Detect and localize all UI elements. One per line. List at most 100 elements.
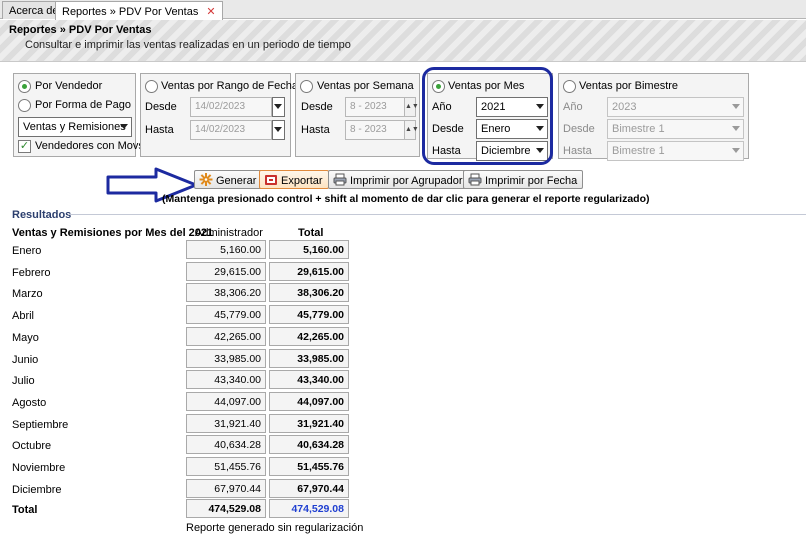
- chevron-down-icon: [120, 124, 128, 129]
- report-status-text: Reporte generado sin regularización: [186, 522, 364, 534]
- tipo-select[interactable]: Ventas y Remisiones: [18, 117, 132, 137]
- admin-cell: 40,634.28: [186, 435, 266, 455]
- vendedores-con-movs-label: Vendedores con Movs: [35, 140, 144, 152]
- total-admin-cell: 474,529.08: [186, 499, 266, 518]
- admin-cell: 51,455.76: [186, 457, 266, 476]
- row-month-label: Octubre: [12, 440, 52, 453]
- divider: [0, 61, 806, 62]
- imprimir-agrupador-button[interactable]: Imprimir por Agrupador: [328, 170, 469, 189]
- bimestre-title: Ventas por Bimestre: [579, 80, 679, 92]
- row-month-label: Febrero: [12, 266, 51, 279]
- total-cell: 42,265.00: [269, 326, 349, 346]
- bimestre-desde-label: Desde: [563, 123, 595, 135]
- total-label: Total: [12, 504, 38, 516]
- results-section-title: Resultados: [12, 209, 72, 221]
- semana-desde-spinner[interactable]: ▲▼: [404, 97, 419, 117]
- bimestre-anio-label: Año: [563, 101, 583, 113]
- radio-por-vendedor[interactable]: [18, 80, 31, 93]
- admin-cell: 67,970.44: [186, 478, 266, 498]
- tipo-select-value: Ventas y Remisiones: [23, 121, 126, 133]
- radio-semana[interactable]: [300, 80, 313, 93]
- row-month-label: Diciembre: [12, 483, 62, 496]
- semana-hasta-spinner[interactable]: ▲▼: [404, 120, 419, 140]
- rango-desde-field[interactable]: 14/02/2023: [190, 97, 272, 117]
- por-vendedor-label: Por Vendedor: [35, 80, 103, 92]
- divider: [68, 214, 806, 215]
- gear-icon: [199, 173, 213, 186]
- row-month-label: Marzo: [12, 288, 43, 301]
- row-month-label: Enero: [12, 245, 42, 257]
- imprimir-fecha-label: Imprimir por Fecha: [485, 175, 578, 187]
- table-title: Ventas y Remisiones por Mes del 2021: [12, 227, 214, 239]
- admin-cell: 45,779.00: [186, 305, 266, 325]
- total-cell: 45,779.00: [269, 305, 349, 325]
- admin-cell: 33,985.00: [186, 348, 266, 368]
- admin-cell: 44,097.00: [186, 391, 266, 411]
- radio-rango-fechas[interactable]: [145, 80, 158, 93]
- admin-cell: 29,615.00: [186, 261, 266, 281]
- semana-desde-field[interactable]: 8 - 2023: [345, 97, 405, 117]
- rango-hasta-field[interactable]: 14/02/2023: [190, 120, 272, 140]
- printer-icon: [468, 173, 482, 186]
- semana-hasta-label: Hasta: [301, 124, 330, 136]
- radio-por-forma-pago[interactable]: [18, 99, 31, 112]
- imprimir-fecha-button[interactable]: Imprimir por Fecha: [463, 170, 584, 189]
- rango-fechas-title: Ventas por Rango de Fechas: [161, 80, 304, 92]
- page-title: Reportes » PDV Por Ventas: [9, 24, 152, 36]
- row-month-label: Mayo: [12, 331, 39, 344]
- close-icon[interactable]: ✕: [206, 6, 215, 18]
- bimestre-hasta-select[interactable]: Bimestre 1: [607, 141, 744, 161]
- total-cell: 51,455.76: [269, 457, 349, 476]
- export-icon: [264, 173, 278, 186]
- row-month-label: Agosto: [12, 396, 47, 409]
- radio-bimestre[interactable]: [563, 80, 576, 93]
- bimestre-anio-value: 2023: [612, 101, 637, 113]
- total-cell: 40,634.28: [269, 435, 349, 455]
- rango-desde-dropdown[interactable]: [272, 97, 285, 117]
- bimestre-desde-select[interactable]: Bimestre 1: [607, 119, 744, 139]
- tab-label: Acerca de: [9, 5, 59, 17]
- admin-cell: 42,265.00: [186, 326, 266, 346]
- generar-button[interactable]: Generar: [194, 170, 263, 189]
- column-header-administrador: Administrador: [195, 227, 263, 239]
- rango-hasta-label: Hasta: [145, 124, 174, 136]
- total-cell: 43,340.00: [269, 370, 349, 390]
- row-month-label: Septiembre: [12, 418, 69, 431]
- admin-cell: 43,340.00: [186, 370, 266, 390]
- total-cell: 67,970.44: [269, 478, 349, 498]
- total-cell: 38,306.20: [269, 283, 349, 303]
- generar-label: Generar: [216, 175, 257, 187]
- chevron-down-icon: [732, 126, 740, 131]
- row-month-label: Julio: [12, 375, 35, 388]
- printer-icon: [333, 173, 347, 186]
- semana-hasta-field[interactable]: 8 - 2023: [345, 120, 405, 140]
- regularizado-note: (Mantenga presionado control + shift al …: [162, 193, 650, 205]
- total-cell: 5,160.00: [269, 240, 349, 259]
- total-total-cell: 474,529.08: [269, 499, 349, 518]
- row-month-label: Noviembre: [12, 462, 66, 474]
- chevron-down-icon: [274, 104, 282, 109]
- bimestre-hasta-value: Bimestre 1: [612, 145, 665, 157]
- chevron-down-icon: [274, 127, 282, 132]
- por-forma-pago-label: Por Forma de Pago: [35, 99, 131, 111]
- row-month-label: Junio: [12, 353, 39, 366]
- rango-desde-label: Desde: [145, 101, 177, 113]
- exportar-button[interactable]: Exportar: [259, 170, 329, 189]
- exportar-label: Exportar: [281, 175, 323, 187]
- column-header-total: Total: [298, 227, 324, 239]
- row-month-label: Abril: [12, 310, 35, 323]
- highlight-box: [422, 67, 553, 165]
- chevron-down-icon: [732, 104, 740, 109]
- chevron-down-icon: [732, 148, 740, 153]
- page-subtitle: Consultar e imprimir las ventas realizad…: [25, 39, 351, 51]
- rango-hasta-dropdown[interactable]: [272, 120, 285, 140]
- total-cell: 31,921.40: [269, 413, 349, 433]
- imprimir-agrupador-label: Imprimir por Agrupador: [350, 175, 463, 187]
- semana-desde-label: Desde: [301, 101, 333, 113]
- admin-cell: 5,160.00: [186, 240, 266, 259]
- tab-reportes-pdv[interactable]: Reportes » PDV Por Ventas ✕: [55, 1, 223, 20]
- bimestre-anio-select[interactable]: 2023: [607, 97, 744, 117]
- total-cell: 33,985.00: [269, 348, 349, 368]
- vendedores-con-movs-checkbox[interactable]: ✓: [18, 140, 31, 153]
- bimestre-hasta-label: Hasta: [563, 145, 592, 157]
